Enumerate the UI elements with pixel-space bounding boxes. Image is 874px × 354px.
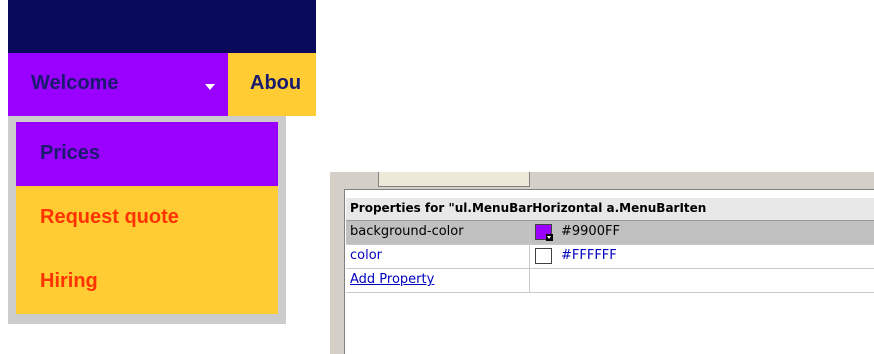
panel-left-border (330, 172, 345, 354)
column-divider (529, 221, 530, 244)
panel-tab[interactable] (378, 172, 530, 187)
menu-bar: Welcome Abou (8, 53, 316, 116)
menubar-item-label: Abou (250, 72, 302, 94)
menubar-item-welcome[interactable]: Welcome (8, 53, 228, 116)
property-value[interactable]: #9900FF (561, 224, 620, 239)
properties-header: Properties for "ul.MenuBarHorizontal a.M… (346, 198, 874, 221)
color-swatch-button[interactable] (535, 248, 552, 264)
submenu-item-label: Hiring (40, 270, 98, 292)
property-row-background-color[interactable]: background-color #9900FF (346, 221, 874, 245)
menubar-item-about[interactable]: Abou (228, 53, 316, 116)
panel-toolbar (344, 172, 874, 190)
property-value[interactable]: #FFFFFF (561, 248, 617, 263)
column-divider (529, 245, 530, 268)
dropdown-arrow-icon[interactable] (546, 234, 553, 241)
submenu-item-label: Prices (40, 142, 101, 164)
submenu-item-request-quote[interactable]: Request quote (16, 186, 278, 250)
submenu-item-hiring[interactable]: Hiring (16, 250, 278, 314)
column-divider (529, 269, 530, 292)
add-property-link[interactable]: Add Property (350, 272, 434, 287)
property-name: background-color (350, 224, 464, 239)
submenu-item-prices[interactable]: Prices (16, 122, 278, 186)
page-header-strip (8, 0, 316, 53)
property-row-color[interactable]: color #FFFFFF (346, 245, 874, 269)
submenu-item-label: Request quote (40, 206, 179, 228)
css-properties-panel: Properties for "ul.MenuBarHorizontal a.M… (330, 172, 874, 354)
submenu-arrow-icon (205, 84, 215, 90)
property-name: color (350, 248, 383, 263)
menubar-item-label: Welcome (31, 72, 119, 94)
properties-header-text: Properties for "ul.MenuBarHorizontal a.M… (350, 201, 707, 215)
property-row-add[interactable]: Add Property (346, 269, 874, 293)
submenu: Prices Request quote Hiring (8, 116, 286, 324)
